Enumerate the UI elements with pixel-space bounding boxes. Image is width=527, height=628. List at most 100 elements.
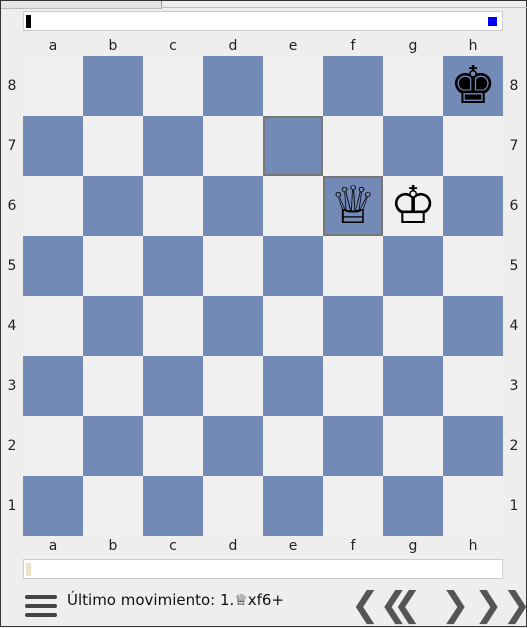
file-label-g: g — [408, 38, 418, 54]
file-label-f: f — [350, 38, 356, 54]
white-clock-indicator — [26, 563, 31, 576]
square-e6[interactable] — [263, 176, 323, 236]
square-g7[interactable] — [383, 116, 443, 176]
hamburger-menu-icon[interactable] — [25, 592, 59, 620]
square-b7[interactable] — [83, 116, 143, 176]
square-g8[interactable] — [383, 56, 443, 116]
square-g1[interactable] — [383, 476, 443, 536]
square-d5[interactable] — [203, 236, 263, 296]
square-b2[interactable] — [83, 416, 143, 476]
file-label-d: d — [228, 38, 238, 54]
square-f3[interactable] — [323, 356, 383, 416]
square-a3[interactable] — [23, 356, 83, 416]
square-e2[interactable] — [263, 416, 323, 476]
square-h3[interactable] — [443, 356, 503, 416]
square-h6[interactable] — [443, 176, 503, 236]
rank-label-7: 7 — [509, 138, 519, 154]
square-d6[interactable] — [203, 176, 263, 236]
square-f2[interactable] — [323, 416, 383, 476]
square-c2[interactable] — [143, 416, 203, 476]
square-h2[interactable] — [443, 416, 503, 476]
square-b3[interactable] — [83, 356, 143, 416]
rank-label-2: 2 — [509, 438, 519, 454]
square-c7[interactable] — [143, 116, 203, 176]
square-a5[interactable] — [23, 236, 83, 296]
last-move-button[interactable]: ❯❯ — [474, 583, 527, 628]
rank-labels-right: 8 7 6 5 4 3 2 1 — [503, 56, 525, 536]
square-a2[interactable] — [23, 416, 83, 476]
file-label-a: a — [48, 38, 58, 54]
rank-label-4: 4 — [7, 318, 17, 334]
square-d2[interactable] — [203, 416, 263, 476]
turn-indicator-icon — [488, 17, 497, 26]
square-a6[interactable] — [23, 176, 83, 236]
previous-move-button[interactable]: ❮ — [393, 583, 422, 628]
square-h4[interactable] — [443, 296, 503, 356]
square-g4[interactable] — [383, 296, 443, 356]
square-g3[interactable] — [383, 356, 443, 416]
square-h5[interactable] — [443, 236, 503, 296]
square-h8[interactable]: ♚ — [443, 56, 503, 116]
square-c3[interactable] — [143, 356, 203, 416]
square-a7[interactable] — [23, 116, 83, 176]
rank-label-2: 2 — [7, 438, 17, 454]
square-c5[interactable] — [143, 236, 203, 296]
square-g5[interactable] — [383, 236, 443, 296]
square-f7[interactable] — [323, 116, 383, 176]
rank-labels-left: 8 7 6 5 4 3 2 1 — [1, 56, 23, 536]
top-tab[interactable] — [1, 1, 162, 9]
last-move-text: Último movimiento: 1.♕xf6+ — [67, 591, 285, 609]
square-h7[interactable] — [443, 116, 503, 176]
next-move-button[interactable]: ❯ — [441, 583, 470, 628]
square-g2[interactable] — [383, 416, 443, 476]
square-e4[interactable] — [263, 296, 323, 356]
black-king-icon[interactable]: ♚ — [450, 56, 497, 116]
file-label-g: g — [408, 538, 418, 554]
square-a8[interactable] — [23, 56, 83, 116]
square-f6[interactable]: ♕ — [323, 176, 383, 236]
file-label-c: c — [169, 38, 177, 54]
square-e8[interactable] — [263, 56, 323, 116]
file-labels-bottom: a b c d e f g h — [23, 536, 503, 556]
rank-label-5: 5 — [7, 258, 17, 274]
square-a4[interactable] — [23, 296, 83, 356]
square-h1[interactable] — [443, 476, 503, 536]
rank-label-6: 6 — [509, 198, 519, 214]
square-f1[interactable] — [323, 476, 383, 536]
chess-board[interactable]: ♚ ♕ ♔ — [23, 56, 503, 536]
square-d3[interactable] — [203, 356, 263, 416]
square-d1[interactable] — [203, 476, 263, 536]
footer-bar: Último movimiento: 1.♕xf6+ ❮❮ ❮ ❯ ❯❯ — [1, 583, 527, 628]
square-c8[interactable] — [143, 56, 203, 116]
square-b8[interactable] — [83, 56, 143, 116]
file-labels-top: a b c d e f g h — [23, 36, 503, 56]
rank-label-8: 8 — [7, 78, 17, 94]
square-f4[interactable] — [323, 296, 383, 356]
white-king-icon[interactable]: ♔ — [390, 176, 437, 236]
square-a1[interactable] — [23, 476, 83, 536]
square-d4[interactable] — [203, 296, 263, 356]
square-c1[interactable] — [143, 476, 203, 536]
square-e5[interactable] — [263, 236, 323, 296]
square-b6[interactable] — [83, 176, 143, 236]
file-label-b: b — [108, 38, 118, 54]
rank-label-1: 1 — [509, 498, 519, 514]
square-e3[interactable] — [263, 356, 323, 416]
square-f5[interactable] — [323, 236, 383, 296]
square-b1[interactable] — [83, 476, 143, 536]
file-label-h: h — [468, 38, 478, 54]
square-c6[interactable] — [143, 176, 203, 236]
white-queen-icon[interactable]: ♕ — [330, 176, 377, 236]
square-g6[interactable]: ♔ — [383, 176, 443, 236]
rank-label-8: 8 — [509, 78, 519, 94]
square-d7[interactable] — [203, 116, 263, 176]
rank-label-1: 1 — [7, 498, 17, 514]
square-e1[interactable] — [263, 476, 323, 536]
square-b5[interactable] — [83, 236, 143, 296]
square-e7[interactable] — [263, 116, 323, 176]
square-b4[interactable] — [83, 296, 143, 356]
square-c4[interactable] — [143, 296, 203, 356]
square-f8[interactable] — [323, 56, 383, 116]
file-label-a: a — [48, 538, 58, 554]
square-d8[interactable] — [203, 56, 263, 116]
